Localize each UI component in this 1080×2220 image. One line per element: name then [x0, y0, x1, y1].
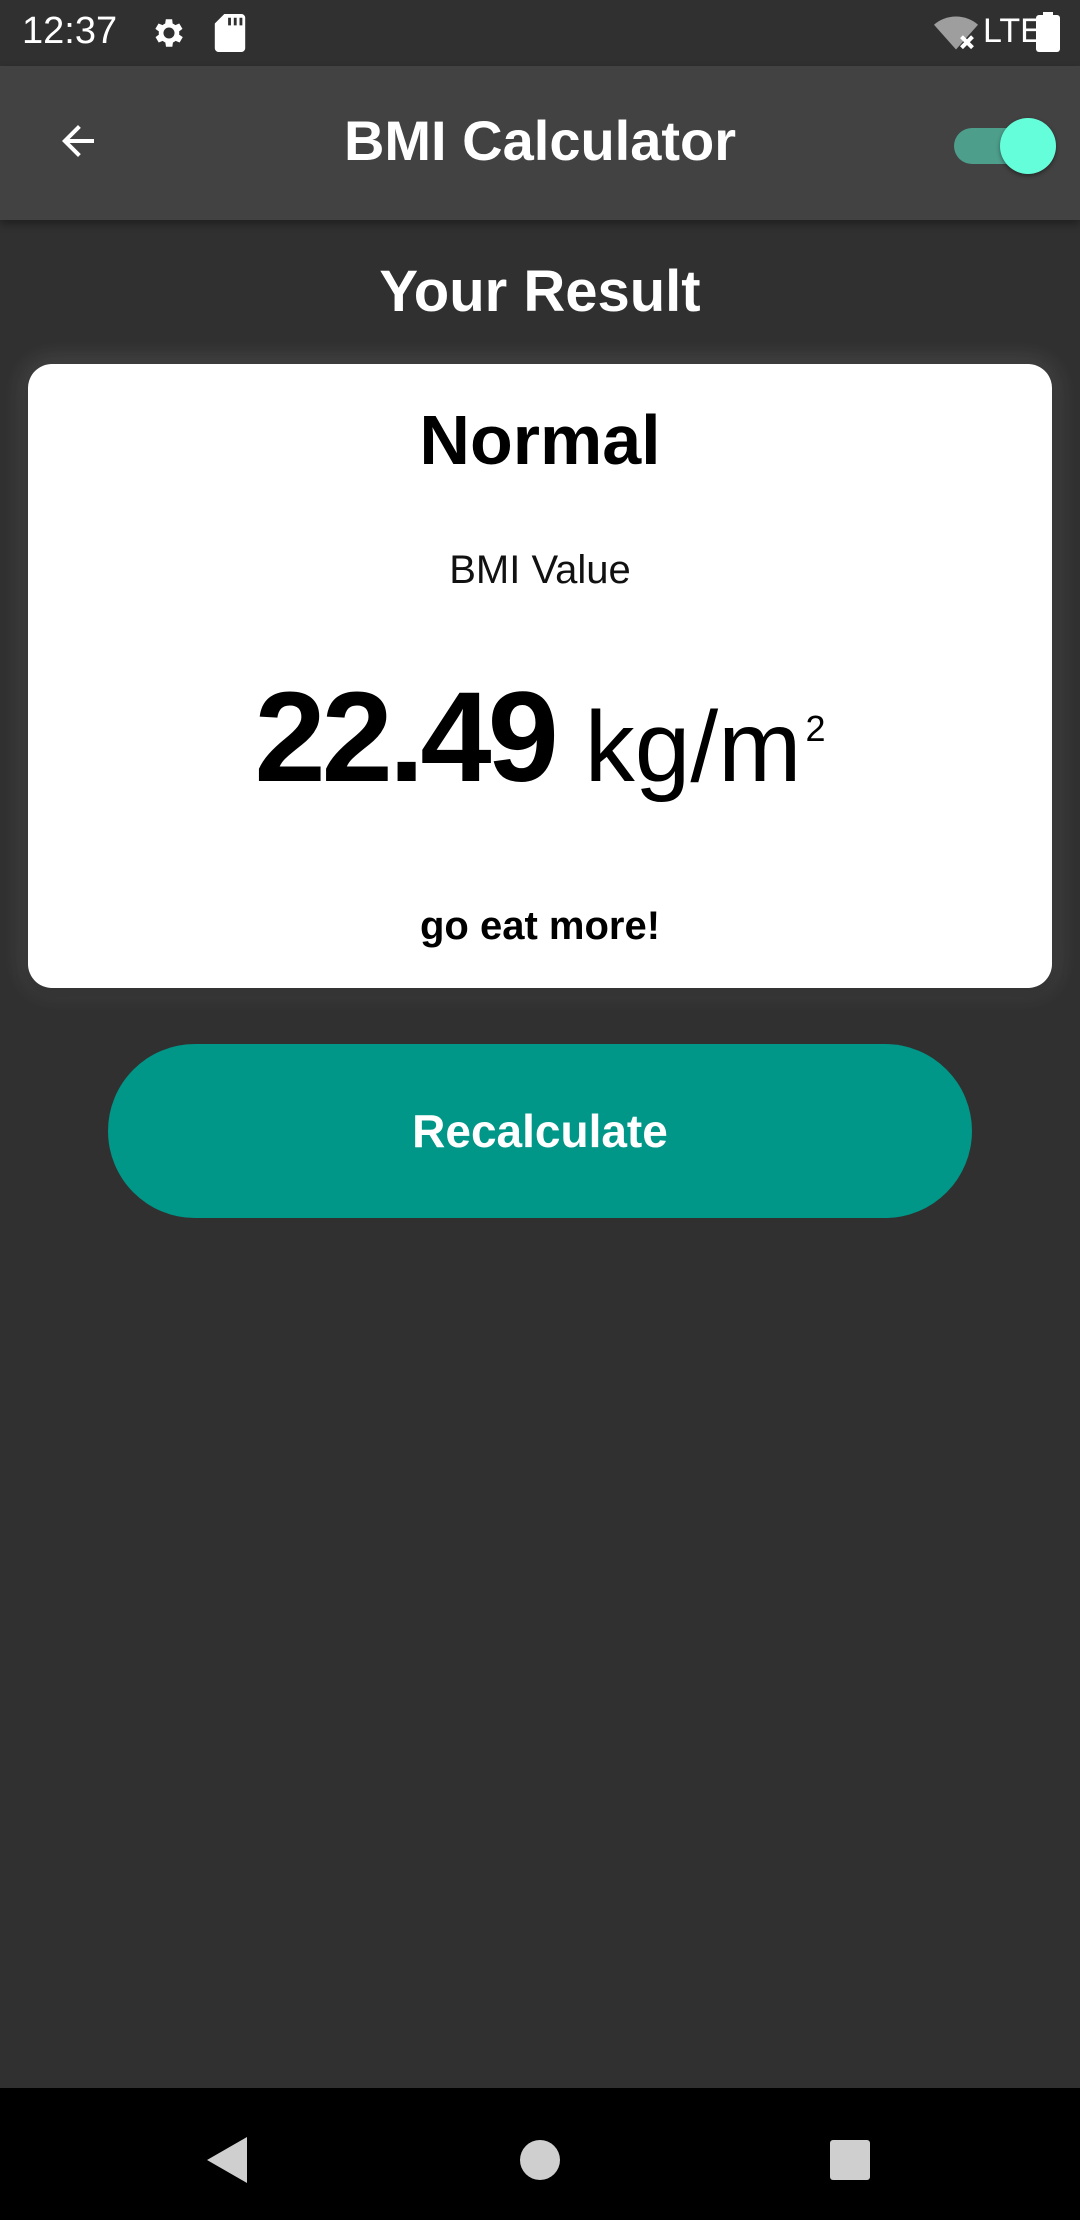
- wifi-off-icon: [934, 14, 978, 57]
- home-nav-icon[interactable]: [510, 2130, 570, 2190]
- battery-icon: [1036, 12, 1060, 57]
- recents-nav-icon[interactable]: [820, 2130, 880, 2190]
- bmi-unit: kg/m: [584, 691, 802, 803]
- app-title: BMI Calculator: [343, 109, 737, 172]
- back-nav-icon[interactable]: [196, 2130, 256, 2190]
- bmi-value: 22.49: [254, 666, 558, 809]
- recalculate-label: Recalculate: [412, 1105, 668, 1157]
- toggle-thumb: [1000, 118, 1056, 174]
- advice-text: go eat more!: [419, 904, 661, 948]
- bmi-unit-exponent: 2: [805, 708, 826, 749]
- result-category: Normal: [419, 401, 661, 479]
- theme-toggle[interactable]: [948, 118, 1056, 174]
- sd-card-icon: [214, 14, 246, 57]
- settings-icon: [150, 14, 188, 57]
- bmi-value-line: 22.49 kg/m 2: [28, 664, 1052, 811]
- navigation-bar: [0, 2088, 1080, 2220]
- screen: 12:37 LTE BMI Calculator Your Result Nor…: [0, 0, 1080, 2220]
- result-card: Normal BMI Value 22.49 kg/m 2 go eat mor…: [28, 364, 1052, 988]
- app-bar: BMI Calculator: [0, 66, 1080, 220]
- network-type: LTE: [983, 12, 1043, 50]
- status-time: 12:37: [22, 10, 118, 52]
- bmi-caption: BMI Value: [449, 548, 631, 592]
- recalculate-button[interactable]: Recalculate: [108, 1044, 972, 1218]
- status-bar: 12:37 LTE: [0, 0, 1080, 66]
- page-title: Your Result: [379, 259, 701, 324]
